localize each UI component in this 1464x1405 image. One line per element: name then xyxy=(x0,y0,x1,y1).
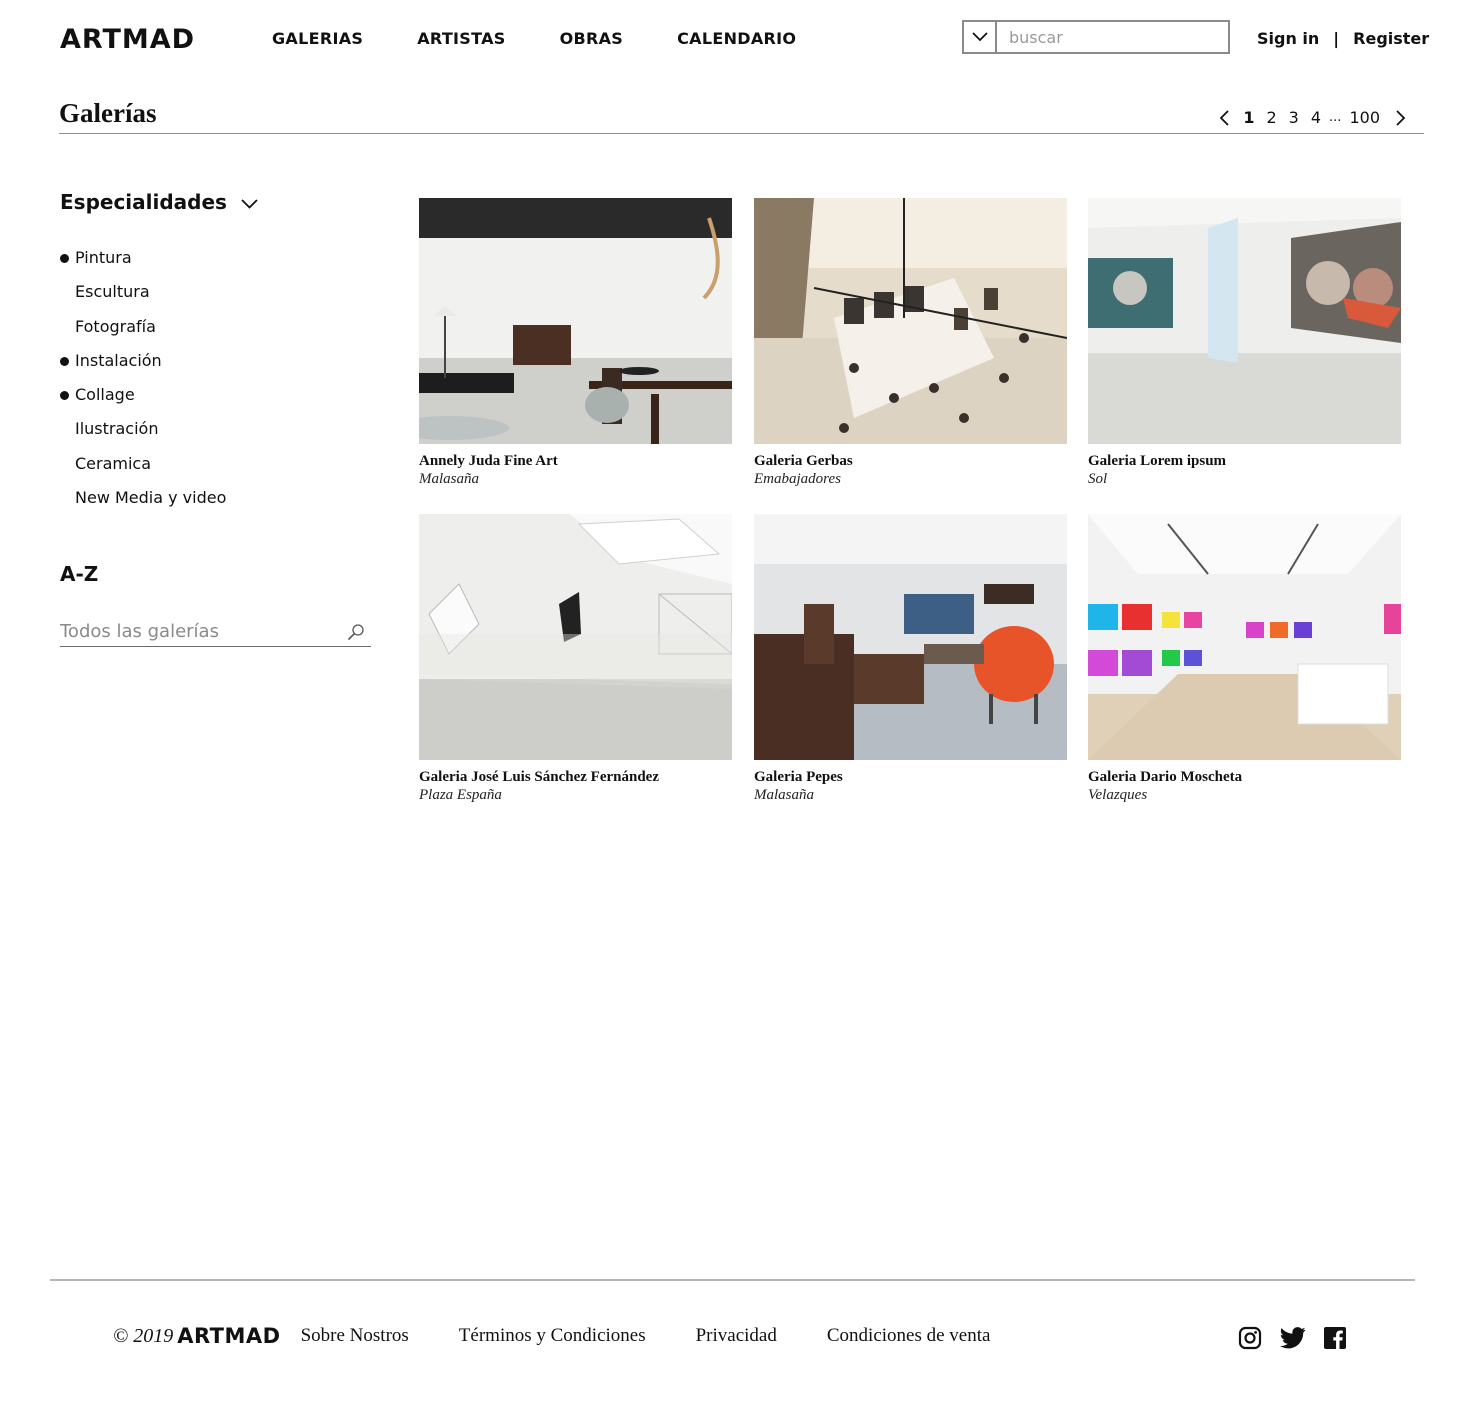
title-divider xyxy=(59,133,1424,134)
page-title: Galerías xyxy=(59,98,157,128)
specialty-label: New Media y video xyxy=(75,488,227,508)
specialty-escultura[interactable]: Escultura xyxy=(60,281,226,315)
next-page-button[interactable] xyxy=(1396,109,1406,126)
page-link-1[interactable]: 1 xyxy=(1243,108,1254,127)
chevron-down-icon xyxy=(971,32,988,42)
main-nav: GALERIAS ARTISTAS OBRAS CALENDARIO xyxy=(272,29,796,48)
specialty-collage[interactable]: Collage xyxy=(60,384,226,418)
footer-link-privacy[interactable]: Privacidad xyxy=(696,1325,777,1347)
auth-links: Sign in | Register xyxy=(1257,29,1429,48)
copyright: © 2019 xyxy=(113,1324,174,1347)
specialty-instalacion[interactable]: Instalación xyxy=(60,350,226,384)
specialty-label: Pintura xyxy=(75,248,132,267)
gallery-card[interactable]: Galeria Pepes Malasaña xyxy=(754,514,1067,804)
selected-bullet-icon xyxy=(60,391,69,401)
nav-calendario[interactable]: CALENDARIO xyxy=(677,29,796,48)
instagram-icon[interactable] xyxy=(1238,1326,1262,1355)
page-link-3[interactable]: 3 xyxy=(1289,108,1299,127)
specialty-label: Ceramica xyxy=(75,453,152,473)
search-box xyxy=(962,20,1230,54)
selected-bullet-icon xyxy=(60,254,69,263)
specialty-label: Escultura xyxy=(75,282,150,302)
gallery-image[interactable] xyxy=(754,198,1067,444)
specialties-list: Pintura Escultura Fotografía Instalación… xyxy=(60,247,226,521)
specialty-ceramica[interactable]: Ceramica xyxy=(60,453,226,487)
gallery-name[interactable]: Galeria Pepes xyxy=(754,768,1067,786)
gallery-image[interactable] xyxy=(1088,514,1401,760)
gallery-image[interactable] xyxy=(419,198,732,444)
gallery-name[interactable]: Galeria Lorem ipsum xyxy=(1088,452,1401,470)
social-links xyxy=(1238,1326,1347,1355)
footer: © 2019 ARTMAD Sobre Nostros Términos y C… xyxy=(113,1324,990,1348)
gallery-card[interactable]: Annely Juda Fine Art Malasaña xyxy=(419,198,732,488)
twitter-icon[interactable] xyxy=(1279,1327,1306,1354)
register-link[interactable]: Register xyxy=(1353,29,1429,48)
specialty-label: Ilustración xyxy=(75,419,159,439)
az-search-field xyxy=(60,617,371,647)
page-link-2[interactable]: 2 xyxy=(1266,108,1276,127)
site-logo[interactable]: ARTMAD xyxy=(60,24,195,55)
gallery-image[interactable] xyxy=(1088,198,1401,444)
page-link-last[interactable]: 100 xyxy=(1349,108,1380,127)
specialty-ilustracion[interactable]: Ilustración xyxy=(60,418,226,452)
footer-link-sale-conditions[interactable]: Condiciones de venta xyxy=(827,1325,991,1347)
az-search-input[interactable] xyxy=(60,621,347,642)
specialty-label: Fotografía xyxy=(75,316,156,336)
gallery-location: Emabajadores xyxy=(754,471,841,487)
gallery-name[interactable]: Galeria Gerbas xyxy=(754,452,1067,470)
gallery-location: Malasaña xyxy=(754,787,814,803)
chevron-down-icon xyxy=(241,198,258,209)
footer-link-about[interactable]: Sobre Nostros xyxy=(301,1325,409,1347)
gallery-card[interactable]: Galeria Dario Moscheta Velazques xyxy=(1088,514,1401,804)
specialty-pintura[interactable]: Pintura xyxy=(60,247,226,281)
specialty-label: Instalación xyxy=(75,350,162,370)
gallery-name[interactable]: Galeria José Luis Sánchez Fernández xyxy=(419,768,732,786)
gallery-card[interactable]: Galeria Lorem ipsum Sol xyxy=(1088,198,1401,488)
specialty-label: Collage xyxy=(75,385,135,405)
gallery-location: Malasaña xyxy=(419,471,479,487)
chevron-left-icon xyxy=(1220,109,1229,126)
pagination: 1 2 3 4 ... 100 xyxy=(1219,108,1406,127)
nav-obras[interactable]: OBRAS xyxy=(560,29,624,48)
gallery-card[interactable]: Galeria Gerbas Emabajadores xyxy=(754,198,1067,488)
az-heading: A-Z xyxy=(60,562,99,586)
sign-in-link[interactable]: Sign in xyxy=(1257,29,1319,48)
gallery-name[interactable]: Galeria Dario Moscheta xyxy=(1088,768,1401,786)
gallery-card[interactable]: Galeria José Luis Sánchez Fernández Plaz… xyxy=(419,514,732,804)
gallery-image[interactable] xyxy=(754,514,1067,760)
nav-artistas[interactable]: ARTISTAS xyxy=(417,29,505,48)
nav-galerias[interactable]: GALERIAS xyxy=(272,29,363,48)
gallery-location: Sol xyxy=(1088,471,1108,487)
selected-bullet-icon xyxy=(60,356,69,366)
footer-divider xyxy=(50,1279,1415,1281)
gallery-image[interactable] xyxy=(419,514,732,760)
specialties-heading-label: Especialidades xyxy=(60,190,227,214)
prev-page-button[interactable] xyxy=(1219,109,1229,126)
gallery-location: Velazques xyxy=(1088,787,1148,803)
page-link-4[interactable]: 4 xyxy=(1311,108,1321,127)
auth-separator: | xyxy=(1333,29,1340,48)
search-icon[interactable] xyxy=(347,623,365,641)
footer-logo[interactable]: ARTMAD xyxy=(177,1324,280,1348)
pagination-ellipsis: ... xyxy=(1329,110,1342,125)
footer-link-terms[interactable]: Términos y Condiciones xyxy=(459,1325,646,1347)
search-input[interactable] xyxy=(997,22,1228,52)
gallery-location: Plaza España xyxy=(419,787,502,803)
facebook-icon[interactable] xyxy=(1323,1326,1347,1355)
search-category-dropdown[interactable] xyxy=(964,22,997,52)
chevron-right-icon xyxy=(1396,109,1406,126)
specialty-new-media[interactable]: New Media y video xyxy=(60,487,226,521)
gallery-name[interactable]: Annely Juda Fine Art xyxy=(419,452,732,470)
specialty-fotografia[interactable]: Fotografía xyxy=(60,316,226,350)
specialties-heading[interactable]: Especialidades xyxy=(60,190,258,214)
